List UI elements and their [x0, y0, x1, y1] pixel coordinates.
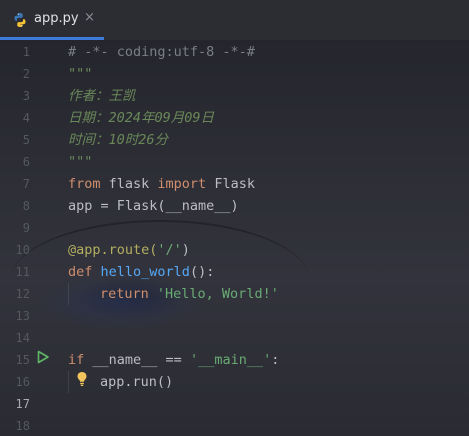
def-signature-end: ():	[189, 264, 215, 280]
line-number: 2	[22, 67, 30, 81]
keyword-from: from	[68, 176, 101, 192]
return-string: 'Hello, World!'	[148, 286, 279, 302]
line-number: 3	[22, 89, 30, 103]
line-number: 4	[22, 111, 30, 125]
run-icon[interactable]	[36, 350, 50, 364]
indent-guide	[68, 371, 69, 393]
editor-tab-bar: app.py ×	[0, 0, 469, 40]
line-number: 16	[15, 375, 30, 389]
line-number: 8	[22, 199, 30, 213]
code-line-8: app = Flask(__name__)	[68, 198, 239, 214]
code-line-3: 作者：王凯	[68, 88, 136, 104]
line-number: 13	[15, 309, 30, 323]
code-line-2: """	[68, 66, 93, 82]
module-name: flask	[100, 176, 158, 192]
line-number: 14	[15, 331, 30, 345]
code-line-7: from flask import Flask	[68, 173, 255, 195]
line-number: 11	[15, 265, 30, 279]
line-number: 18	[15, 419, 30, 433]
route-string: '/'	[157, 242, 182, 258]
function-name: hello_world	[92, 264, 190, 280]
line-number: 12	[15, 287, 30, 301]
code-line-15: if __name__ == '__main__':	[68, 349, 279, 371]
keyword-return: return	[100, 286, 149, 302]
tab-label: app.py	[34, 11, 79, 26]
line-number-current: 17	[15, 397, 30, 411]
close-icon[interactable]: ×	[84, 10, 95, 25]
keyword-if: if	[68, 352, 85, 368]
line-number: 7	[22, 177, 30, 191]
line-number: 15	[15, 353, 30, 367]
main-string: '__main__'	[189, 352, 272, 368]
code-line-5: 时间：10时26分	[68, 132, 169, 148]
code-line-10: @app.route('/')	[68, 239, 190, 261]
keyword-def: def	[68, 264, 93, 280]
line-number: 9	[22, 221, 30, 235]
import-name: Flask	[206, 176, 255, 192]
tab-app-py[interactable]: app.py ×	[0, 0, 104, 40]
lightbulb-icon[interactable]	[76, 371, 88, 387]
line-number: 10	[15, 243, 30, 257]
if-expression: __name__ ==	[84, 352, 190, 368]
indent-guide	[68, 283, 69, 305]
line-number: 6	[22, 155, 30, 169]
code-line-16: app.run()	[100, 374, 174, 390]
decorator: @app.route(	[68, 242, 158, 258]
code-editor[interactable]: 1 2 3 4 5 6 7 8 9 10 11 12 13 14 15 16 1…	[0, 40, 469, 436]
paren-close: )	[181, 242, 190, 258]
if-colon: :	[271, 352, 280, 368]
code-line-12: return 'Hello, World!'	[100, 283, 279, 305]
keyword-import: import	[157, 176, 207, 192]
code-line-11: def hello_world():	[68, 261, 214, 283]
code-line-1: # -*- coding:utf-8 -*-#	[68, 44, 255, 60]
python-file-icon	[14, 13, 26, 27]
line-number: 1	[22, 45, 30, 59]
line-number: 5	[22, 133, 30, 147]
code-line-4: 日期：2024年09月09日	[68, 110, 215, 126]
code-line-6: """	[68, 154, 93, 170]
line-number-gutter: 1 2 3 4 5 6 7 8 9 10 11 12 13 14 15 16 1…	[0, 40, 56, 436]
